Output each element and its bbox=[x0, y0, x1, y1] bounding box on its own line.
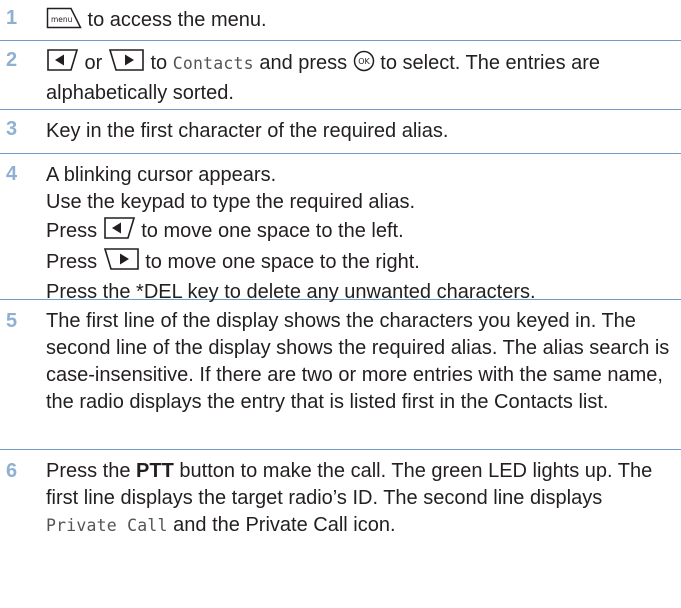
step-text: The first line of the display shows the … bbox=[46, 310, 670, 413]
step-line: Press to move one space to the left. bbox=[46, 216, 673, 248]
right-arrow-key-icon bbox=[108, 48, 145, 80]
step-text: or to Contacts and press OK to select. T… bbox=[46, 48, 673, 106]
step-number: 5 bbox=[6, 310, 18, 332]
step-text: Key in the first character of the requir… bbox=[46, 120, 449, 142]
step-3: 3 Key in the first character of the requ… bbox=[0, 109, 681, 154]
step-text-part: and the Private Call icon. bbox=[167, 514, 396, 536]
menu-key-label: menu bbox=[51, 15, 73, 24]
step-1: 1 menu to access the menu. bbox=[0, 0, 681, 41]
screen-text-contacts: Contacts bbox=[172, 54, 254, 73]
step-number: 4 bbox=[6, 163, 18, 185]
menu-key-icon: menu bbox=[46, 7, 82, 37]
step-text-part: to move one space to the left. bbox=[135, 219, 404, 242]
step-5: 5 The first line of the display shows th… bbox=[0, 299, 681, 450]
ptt-button-label: PTT bbox=[136, 460, 174, 482]
left-arrow-key-icon bbox=[46, 48, 79, 80]
step-number: 2 bbox=[6, 49, 18, 71]
ok-key-icon: OK bbox=[353, 50, 375, 80]
step-line: Use the keypad to type the required alia… bbox=[46, 190, 416, 213]
step-text-part: Press bbox=[46, 251, 103, 274]
screen-text-private-call: Private Call bbox=[46, 516, 168, 535]
step-text-part: to access the menu. bbox=[82, 9, 267, 31]
step-text-part: and press bbox=[253, 52, 353, 74]
step-text-part: Press the bbox=[46, 460, 137, 482]
step-number: 3 bbox=[6, 118, 18, 140]
step-text-part: to move one space to the right. bbox=[139, 251, 420, 274]
step-line: A blinking cursor appears. bbox=[46, 164, 277, 186]
step-4: 4 A blinking cursor appears. Use the key… bbox=[0, 153, 681, 303]
right-arrow-key-icon bbox=[103, 247, 140, 279]
step-text: A blinking cursor appears. Use the keypa… bbox=[46, 162, 673, 306]
step-number: 1 bbox=[6, 7, 18, 29]
step-text-part: Press bbox=[46, 219, 103, 242]
step-number: 6 bbox=[6, 460, 18, 482]
left-arrow-key-icon bbox=[103, 216, 136, 248]
step-6: 6 Press the PTT button to make the call.… bbox=[0, 449, 681, 569]
step-2: 2 or to Contacts and press OK to select.… bbox=[0, 40, 681, 110]
step-text-part: or bbox=[79, 52, 108, 74]
step-text-part: to bbox=[144, 52, 173, 74]
ok-key-label: OK bbox=[358, 57, 370, 66]
step-line: Press to move one space to the right. bbox=[46, 247, 673, 279]
step-text: Press the PTT button to make the call. T… bbox=[46, 458, 673, 539]
step-text: menu to access the menu. bbox=[46, 7, 673, 37]
